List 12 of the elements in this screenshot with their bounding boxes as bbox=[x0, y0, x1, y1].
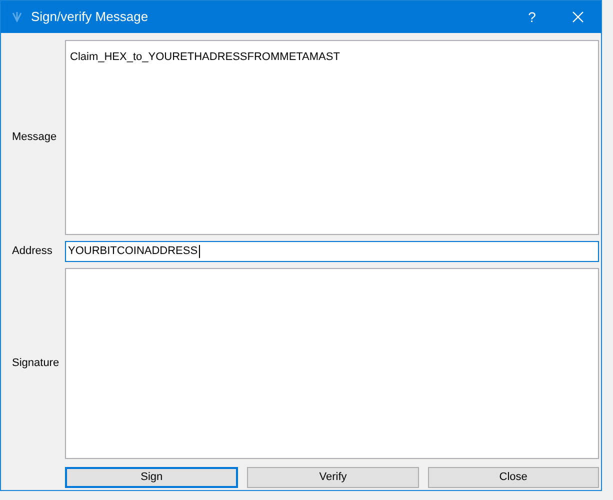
field-label: Message bbox=[11, 130, 58, 146]
signature-field[interactable] bbox=[65, 268, 599, 459]
app-icon bbox=[11, 11, 23, 23]
dialog-button[interactable]: Close bbox=[428, 467, 599, 488]
window-title: Sign/verify Message bbox=[31, 8, 148, 26]
help-button[interactable]: ? bbox=[509, 1, 555, 33]
field-label: Signature bbox=[11, 356, 60, 372]
dialog-button[interactable]: Sign bbox=[65, 467, 238, 488]
address-field[interactable]: YOURBITCOINADDRESS bbox=[65, 241, 599, 262]
message-field[interactable]: Claim_HEX_to_YOURETHADRESSFROMMETAMAST bbox=[65, 40, 599, 235]
field-label: Address bbox=[11, 244, 54, 260]
dialog-button[interactable]: Verify bbox=[247, 467, 419, 488]
